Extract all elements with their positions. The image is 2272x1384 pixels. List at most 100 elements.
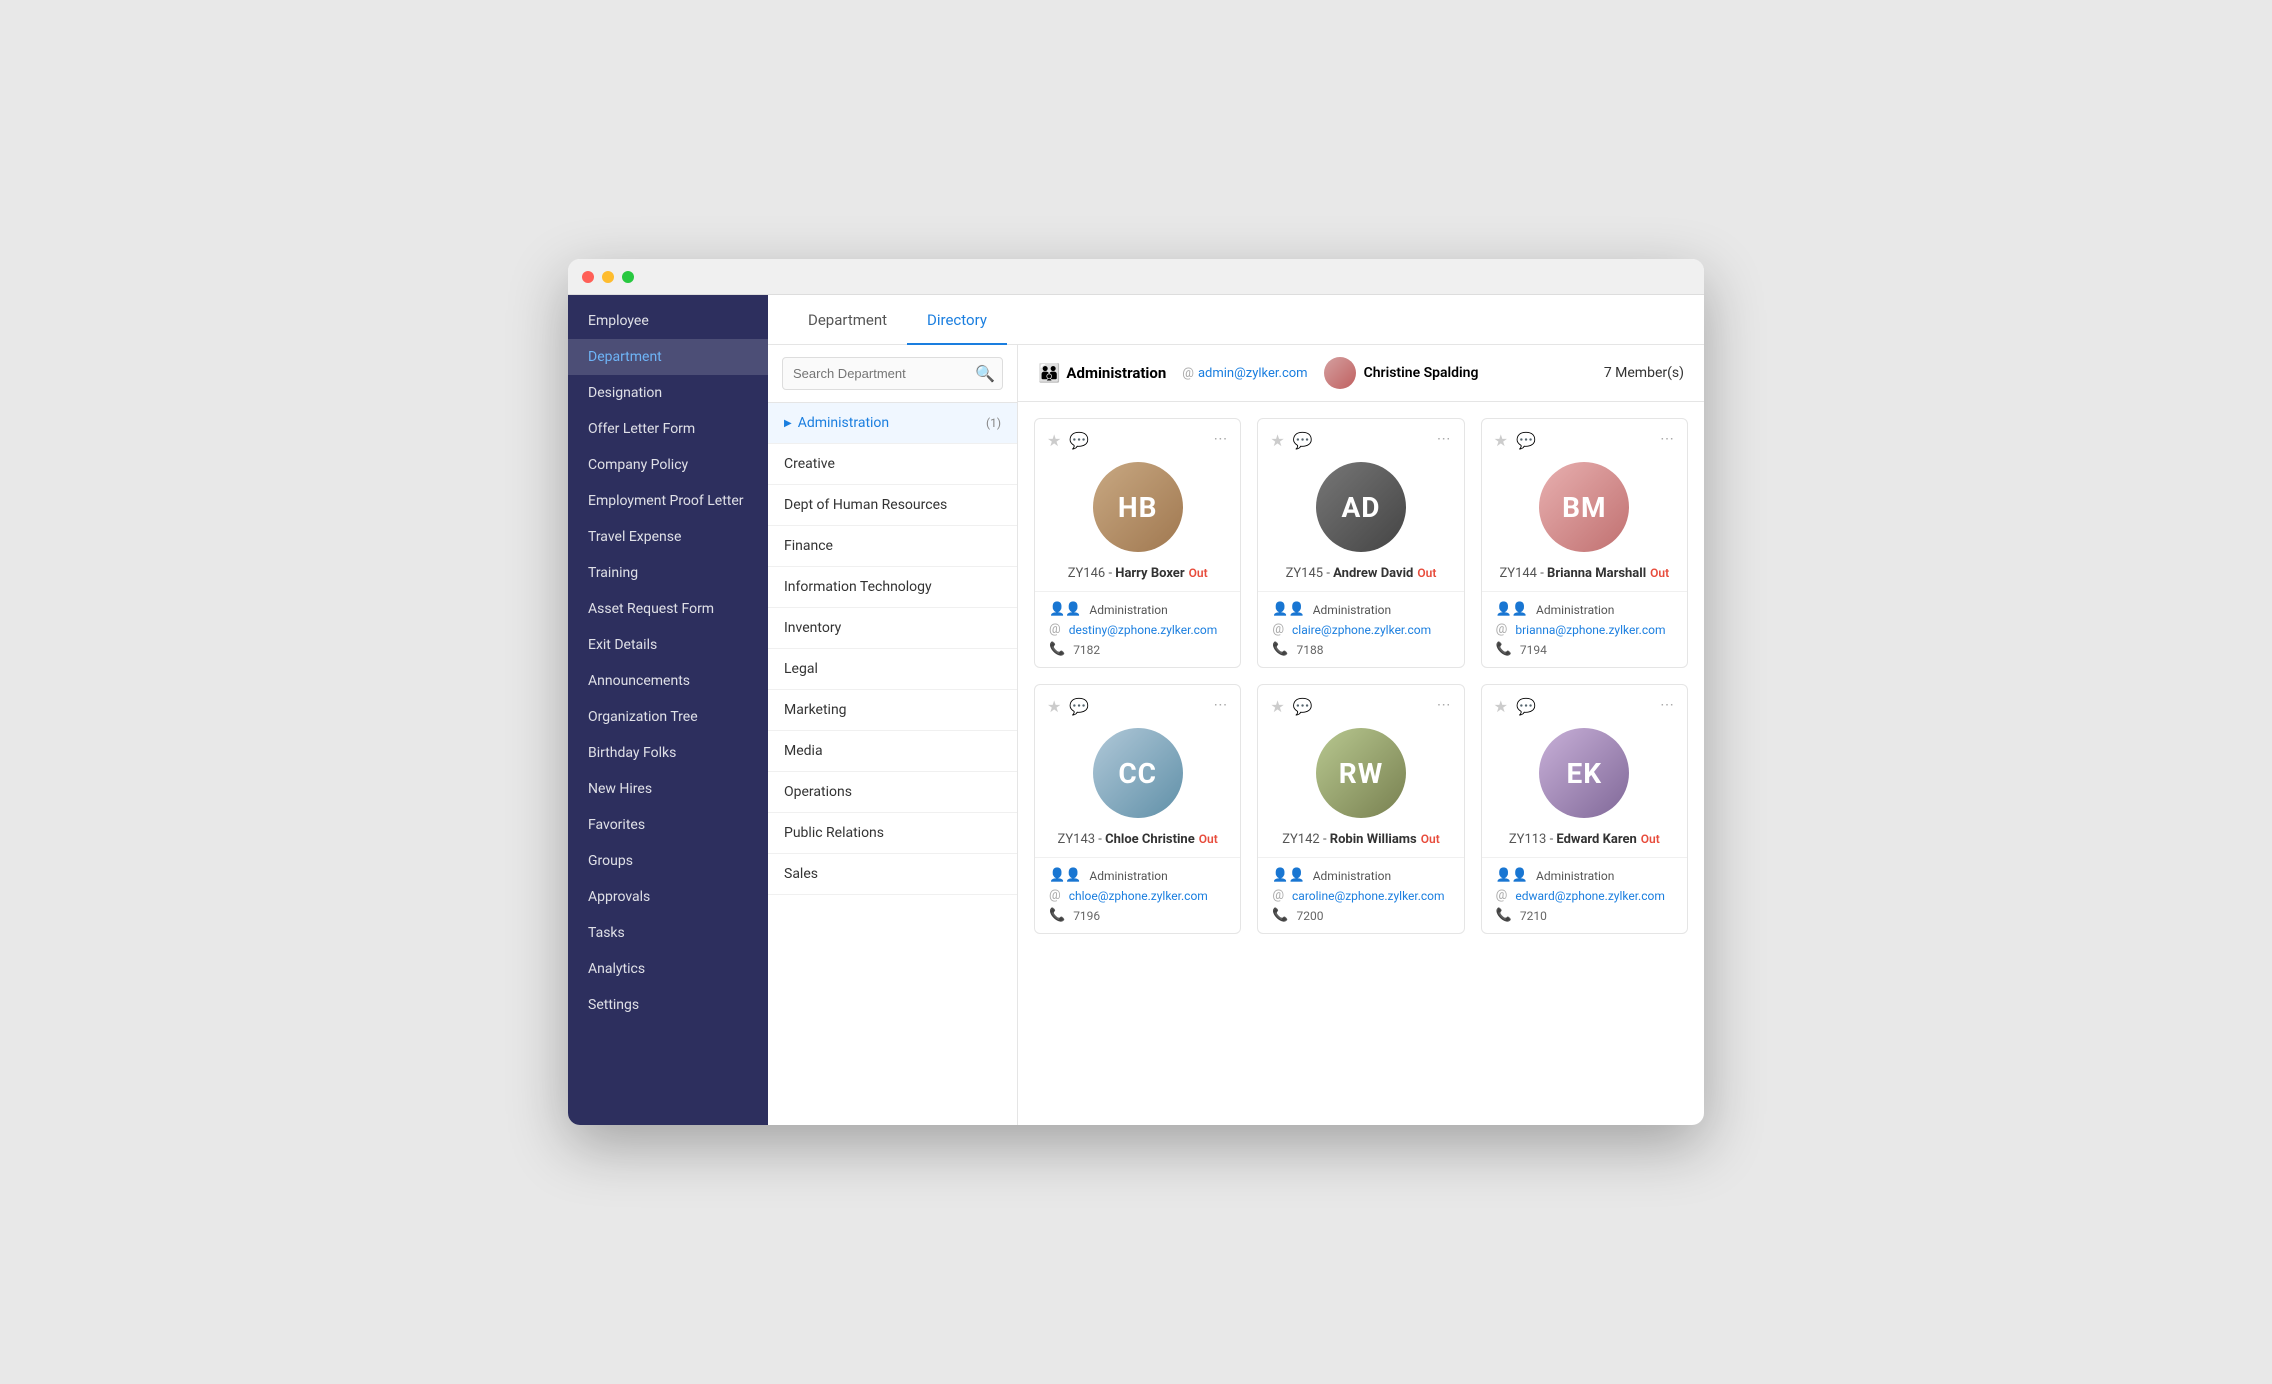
- card-info: 👤👤 Administration @ chloe@zphone.zylker.…: [1035, 857, 1240, 933]
- dept-item-left: Information Technology: [784, 579, 932, 595]
- sidebar-item-favorites[interactable]: Favorites: [568, 807, 768, 843]
- chat-icon[interactable]: 💬: [1293, 697, 1313, 716]
- member-email[interactable]: edward@zphone.zylker.com: [1515, 889, 1665, 903]
- dept-label: Information Technology: [784, 579, 932, 595]
- dept-item-dept-of-human-resources[interactable]: Dept of Human Resources: [768, 485, 1017, 526]
- sidebar-item-employment-proof-letter[interactable]: Employment Proof Letter: [568, 483, 768, 519]
- status-badge: Out: [1641, 832, 1660, 846]
- star-icon[interactable]: ★: [1270, 431, 1284, 450]
- dept-email[interactable]: @ admin@zylker.com: [1182, 366, 1307, 381]
- chat-icon[interactable]: 💬: [1293, 431, 1313, 450]
- sidebar-item-training[interactable]: Training: [568, 555, 768, 591]
- more-options-icon[interactable]: ⋯: [1437, 697, 1452, 713]
- chat-icon[interactable]: 💬: [1069, 431, 1089, 450]
- search-input[interactable]: [793, 366, 969, 381]
- contact-avatar: [1324, 357, 1356, 389]
- member-email[interactable]: chloe@zphone.zylker.com: [1069, 889, 1208, 903]
- card-info: 👤👤 Administration @ destiny@zphone.zylke…: [1035, 591, 1240, 667]
- sidebar-item-department[interactable]: Department: [568, 339, 768, 375]
- sidebar-item-designation[interactable]: Designation: [568, 375, 768, 411]
- dept-item-marketing[interactable]: Marketing: [768, 690, 1017, 731]
- star-icon[interactable]: ★: [1494, 697, 1508, 716]
- dept-label: Marketing: [784, 702, 847, 718]
- dept-item-left: Inventory: [784, 620, 841, 636]
- sidebar-item-company-policy[interactable]: Company Policy: [568, 447, 768, 483]
- phone-info-icon: 📞: [1272, 642, 1288, 657]
- info-dept-row: 👤👤 Administration: [1272, 602, 1449, 617]
- info-dept-row: 👤👤 Administration: [1049, 868, 1226, 883]
- info-phone-row: 📞 7194: [1496, 642, 1673, 657]
- dept-item-administration[interactable]: ▶Administration(1): [768, 403, 1017, 444]
- sidebar-item-new-hires[interactable]: New Hires: [568, 771, 768, 807]
- more-options-icon[interactable]: ⋯: [1660, 697, 1675, 713]
- tab-directory[interactable]: Directory: [907, 295, 1007, 345]
- dept-item-legal[interactable]: Legal: [768, 649, 1017, 690]
- minimize-dot[interactable]: [602, 271, 614, 283]
- dept-item-left: Operations: [784, 784, 852, 800]
- dept-item-inventory[interactable]: Inventory: [768, 608, 1017, 649]
- member-dept: Administration: [1089, 603, 1167, 617]
- search-box: 🔍: [768, 345, 1017, 403]
- email-info-icon: @: [1049, 888, 1061, 903]
- member-dept: Administration: [1089, 869, 1167, 883]
- dept-item-operations[interactable]: Operations: [768, 772, 1017, 813]
- sidebar-item-travel-expense[interactable]: Travel Expense: [568, 519, 768, 555]
- more-options-icon[interactable]: ⋯: [1660, 431, 1675, 447]
- chat-icon[interactable]: 💬: [1069, 697, 1089, 716]
- sidebar-item-offer-letter-form[interactable]: Offer Letter Form: [568, 411, 768, 447]
- sidebar-item-tasks[interactable]: Tasks: [568, 915, 768, 951]
- member-email[interactable]: caroline@zphone.zylker.com: [1292, 889, 1445, 903]
- close-dot[interactable]: [582, 271, 594, 283]
- dept-item-left: Finance: [784, 538, 833, 554]
- search-icon: 🔍: [975, 364, 995, 383]
- dept-item-information-technology[interactable]: Information Technology: [768, 567, 1017, 608]
- member-email[interactable]: destiny@zphone.zylker.com: [1069, 623, 1218, 637]
- maximize-dot[interactable]: [622, 271, 634, 283]
- more-options-icon[interactable]: ⋯: [1213, 431, 1228, 447]
- card-photo: AD: [1258, 450, 1463, 560]
- star-icon[interactable]: ★: [1047, 697, 1061, 716]
- sidebar-item-groups[interactable]: Groups: [568, 843, 768, 879]
- dept-item-media[interactable]: Media: [768, 731, 1017, 772]
- member-avatar: CC: [1093, 728, 1183, 818]
- more-options-icon[interactable]: ⋯: [1213, 697, 1228, 713]
- dept-label: Sales: [784, 866, 818, 882]
- dept-item-creative[interactable]: Creative: [768, 444, 1017, 485]
- tab-department[interactable]: Department: [788, 295, 907, 345]
- star-icon[interactable]: ★: [1494, 431, 1508, 450]
- member-fullname: Andrew David: [1333, 566, 1413, 581]
- member-email[interactable]: claire@zphone.zylker.com: [1292, 623, 1431, 637]
- sidebar-item-employee[interactable]: Employee: [568, 303, 768, 339]
- chat-icon[interactable]: 💬: [1516, 431, 1536, 450]
- member-fullname: Brianna Marshall: [1547, 566, 1646, 581]
- star-icon[interactable]: ★: [1047, 431, 1061, 450]
- sidebar-item-approvals[interactable]: Approvals: [568, 879, 768, 915]
- sidebar-item-analytics[interactable]: Analytics: [568, 951, 768, 987]
- member-dept: Administration: [1536, 603, 1614, 617]
- search-row[interactable]: 🔍: [782, 357, 1003, 390]
- sidebar-item-announcements[interactable]: Announcements: [568, 663, 768, 699]
- dept-info-icon: 👤👤: [1272, 868, 1304, 883]
- sidebar-item-asset-request-form[interactable]: Asset Request Form: [568, 591, 768, 627]
- info-dept-row: 👤👤 Administration: [1272, 868, 1449, 883]
- dept-item-sales[interactable]: Sales: [768, 854, 1017, 895]
- dept-item-public-relations[interactable]: Public Relations: [768, 813, 1017, 854]
- status-badge: Out: [1199, 832, 1218, 846]
- star-icon[interactable]: ★: [1270, 697, 1284, 716]
- member-fullname: Harry Boxer: [1115, 566, 1184, 581]
- sidebar-item-settings[interactable]: Settings: [568, 987, 768, 1023]
- more-options-icon[interactable]: ⋯: [1437, 431, 1452, 447]
- sidebar-item-exit-details[interactable]: Exit Details: [568, 627, 768, 663]
- sidebar-item-birthday-folks[interactable]: Birthday Folks: [568, 735, 768, 771]
- sidebar-item-organization-tree[interactable]: Organization Tree: [568, 699, 768, 735]
- dept-info-icon: 👤👤: [1496, 868, 1528, 883]
- dept-label: Media: [784, 743, 823, 759]
- member-avatar: RW: [1316, 728, 1406, 818]
- member-email[interactable]: brianna@zphone.zylker.com: [1515, 623, 1665, 637]
- member-name: ZY144 - Brianna MarshallOut: [1482, 560, 1687, 591]
- email-info-icon: @: [1272, 622, 1284, 637]
- info-phone-row: 📞 7200: [1272, 908, 1449, 923]
- chat-icon[interactable]: 💬: [1516, 697, 1536, 716]
- info-email-row: @ chloe@zphone.zylker.com: [1049, 888, 1226, 903]
- dept-item-finance[interactable]: Finance: [768, 526, 1017, 567]
